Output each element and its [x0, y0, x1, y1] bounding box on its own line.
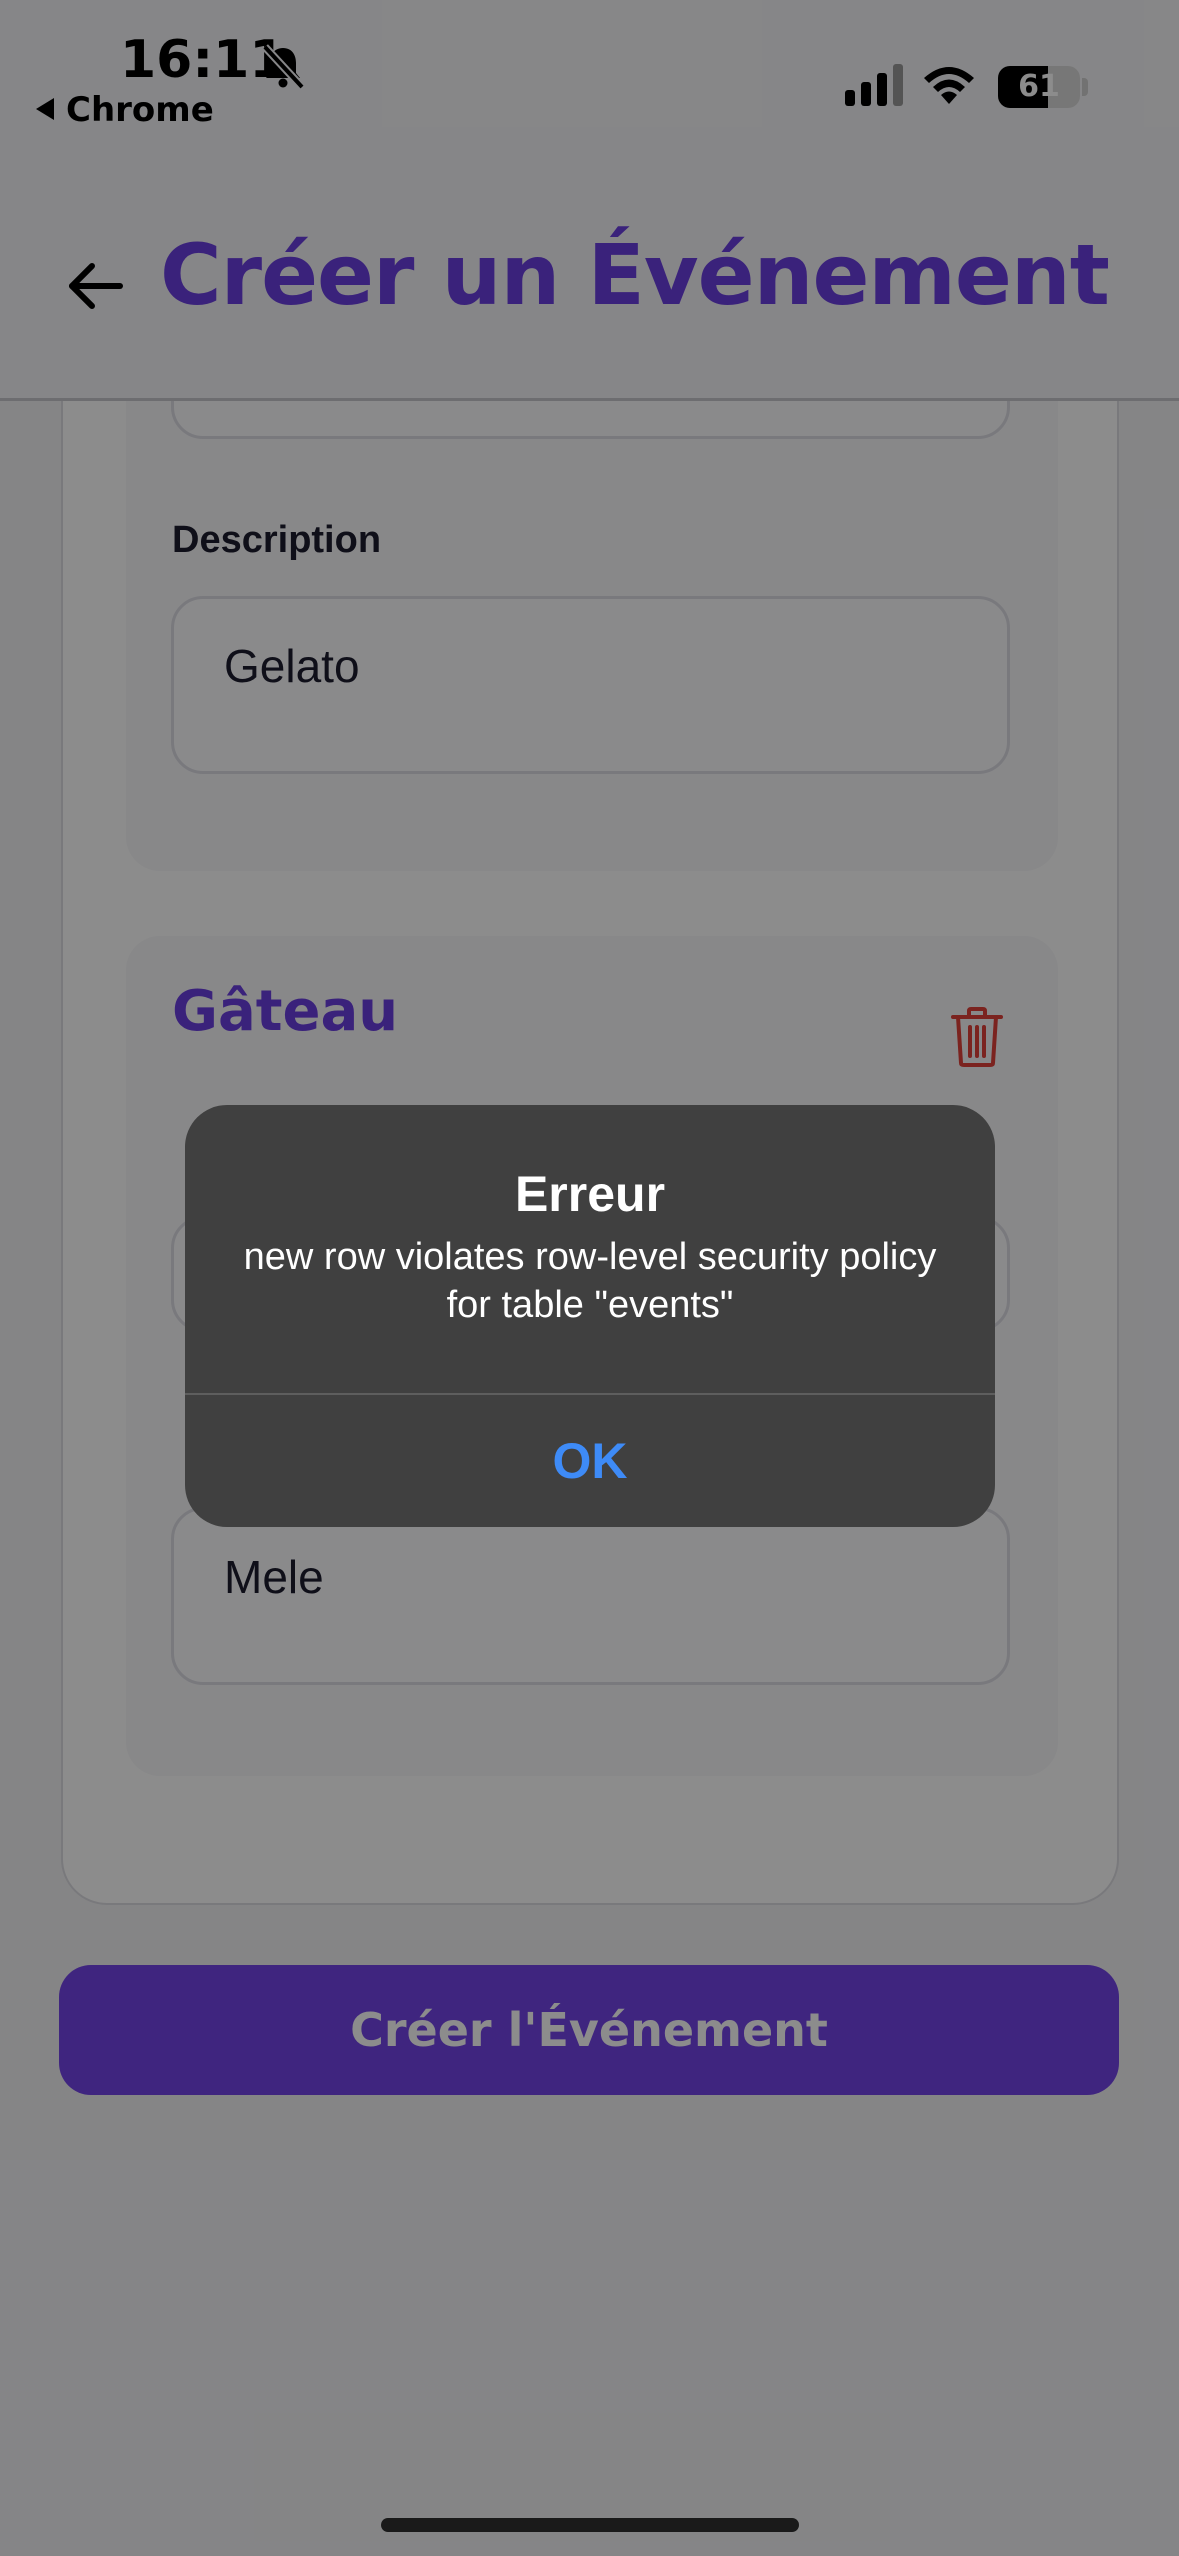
alert-message: new row violates row-level security poli…	[243, 1236, 937, 1326]
error-alert: Erreur new row violates row-level securi…	[185, 1105, 995, 1527]
alert-title: Erreur	[514, 1166, 666, 1222]
alert-ok-button[interactable]: OK	[185, 1395, 995, 1527]
home-indicator[interactable]	[381, 2518, 799, 2532]
